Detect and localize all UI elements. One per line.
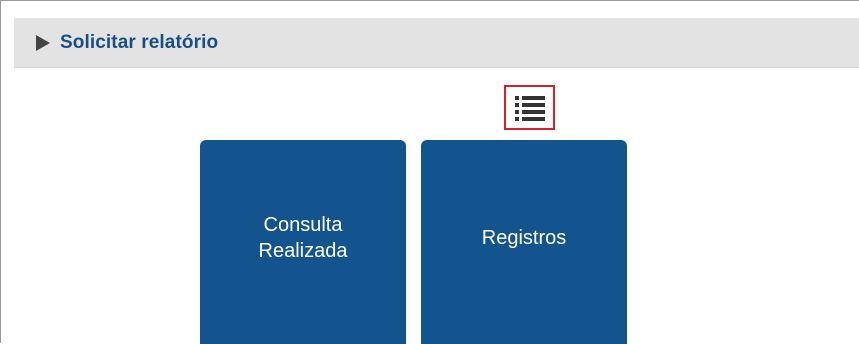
panel-title: Solicitar relatório <box>60 31 219 53</box>
panel-header-solicitar-relatorio[interactable]: Solicitar relatório <box>14 18 859 68</box>
consulta-realizada-tile[interactable]: Consulta Realizada <box>200 140 406 344</box>
tile-label: Registros <box>481 227 567 249</box>
list-view-button[interactable] <box>504 85 555 130</box>
registros-tile[interactable]: Registros <box>421 140 627 344</box>
tile-label: Consulta Realizada <box>258 214 348 262</box>
triangle-right-icon[interactable] <box>36 34 50 51</box>
report-window: Solicitar relatório Consulta Realizada R… <box>0 0 859 344</box>
list-icon <box>515 96 545 121</box>
